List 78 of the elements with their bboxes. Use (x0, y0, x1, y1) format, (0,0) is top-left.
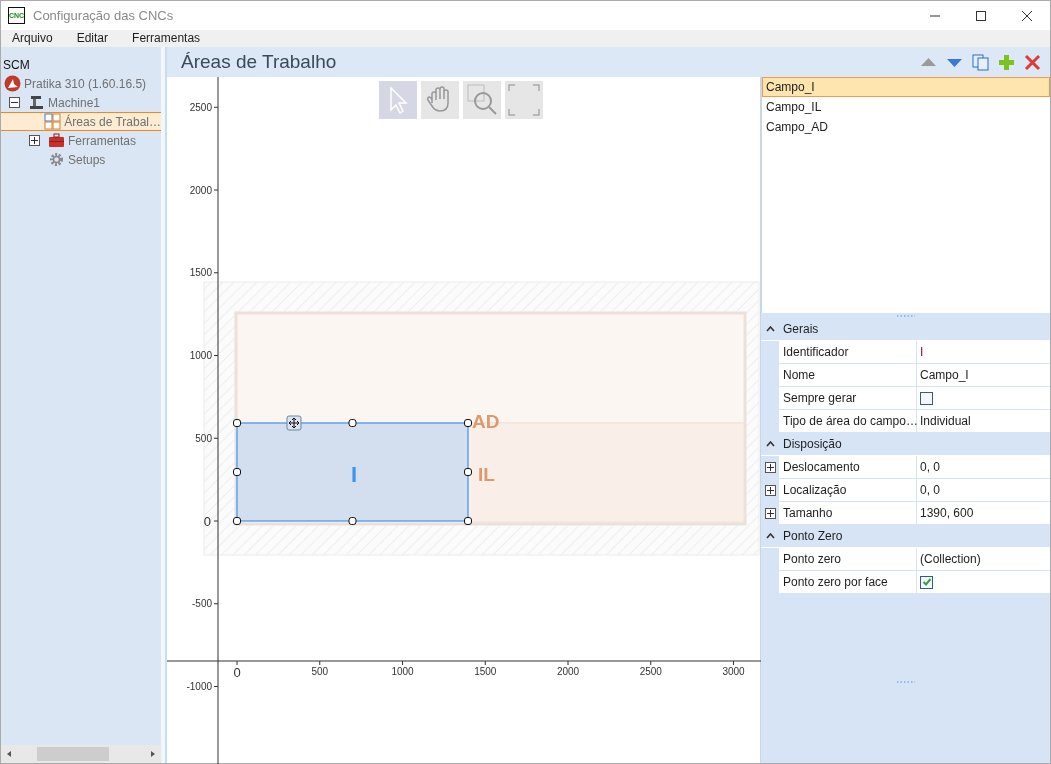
property-label: Tamanho (779, 502, 917, 525)
resize-handle[interactable] (348, 419, 357, 427)
property-value[interactable]: 0, 0 (920, 481, 940, 499)
grid-icon (44, 113, 62, 130)
tree-root[interactable]: SCM (1, 55, 161, 74)
axis-tick-label: 1000 (189, 350, 212, 361)
axis-tick-label: 500 (195, 432, 212, 444)
property-value[interactable]: I (920, 343, 924, 361)
area-label: AD (472, 411, 500, 432)
axis-tick-label: 0 (233, 665, 241, 680)
move-icon[interactable] (286, 415, 302, 431)
axis-tick-label: -1000 (186, 681, 212, 692)
window-title: Configuração das CNCs (33, 6, 175, 25)
category-label: Ponto Zero (782, 528, 843, 545)
menu-item[interactable]: Editar (69, 30, 116, 47)
resize-handle[interactable] (464, 419, 472, 427)
property-value[interactable]: 0, 0 (920, 458, 940, 476)
tree-label: Machine1 (48, 94, 101, 112)
resize-handle[interactable] (233, 517, 241, 525)
machine-icon (28, 94, 45, 111)
property-label: Tipo de área do campo… (779, 410, 917, 433)
axis-tick-label: 2500 (189, 101, 212, 113)
panel-title: Áreas de Trabalho (180, 49, 338, 74)
axis-tick-label: 1000 (391, 666, 414, 677)
logo-icon (4, 75, 21, 92)
splitter-grip-icon[interactable] (895, 680, 916, 683)
tree-label: Áreas de Trabal… (64, 113, 161, 131)
menu-item[interactable]: Arquivo (5, 30, 60, 47)
axis-tick-label: 1500 (189, 267, 212, 279)
splitter-grip-icon[interactable] (895, 314, 916, 317)
delete-icon[interactable] (1023, 52, 1042, 72)
tree-label: Ferramentas (68, 132, 137, 150)
list-item[interactable]: Campo_I (762, 77, 1050, 97)
checkbox[interactable] (920, 391, 933, 405)
list-item[interactable]: Campo_IL (762, 97, 1050, 117)
expand-icon[interactable] (29, 135, 40, 146)
category-label: Gerais (782, 321, 819, 338)
category-label: Disposição (782, 436, 842, 453)
tree-row[interactable]: Machine1 (1, 93, 161, 112)
copy-icon[interactable] (971, 52, 990, 72)
property-label: Deslocamento (779, 456, 917, 479)
area-label: I (351, 462, 358, 487)
axis-tick-label: 1500 (474, 666, 497, 677)
collapse-icon[interactable] (9, 97, 20, 108)
area-label: IL (478, 464, 495, 485)
resize-handle[interactable] (348, 517, 357, 525)
resize-handle[interactable] (464, 468, 472, 476)
tree-label: Pratika 310 (1.60.16.5) (24, 75, 147, 93)
resize-handle[interactable] (233, 419, 241, 427)
axis-tick-label: 500 (311, 666, 329, 677)
checkbox[interactable] (920, 575, 933, 589)
tree-label: Setups (68, 151, 106, 169)
axis-tick-label: 2000 (556, 666, 580, 677)
expand-icon[interactable] (764, 462, 776, 473)
expand-icon[interactable] (764, 485, 776, 496)
axis-tick-label: 2000 (189, 184, 212, 196)
property-label: Sempre gerar (779, 387, 917, 410)
axis-tick-label: 3000 (722, 666, 745, 677)
expand-icon[interactable] (764, 508, 776, 519)
axis-tick-label: 0 (203, 513, 211, 529)
property-label: Nome (779, 364, 917, 387)
toolbox-icon (48, 132, 65, 149)
property-label: Ponto zero (779, 548, 917, 571)
tree-row[interactable]: Setups (1, 150, 161, 169)
scrollbar-thumb[interactable] (37, 747, 109, 761)
menu-item[interactable]: Ferramentas (125, 30, 208, 47)
tree-row[interactable]: Ferramentas (1, 131, 161, 150)
axis-tick-label: 2500 (639, 666, 662, 677)
tree-row[interactable]: Pratika 310 (1.60.16.5) (1, 74, 161, 93)
gear-icon (48, 151, 65, 168)
property-label: Localização (779, 479, 917, 502)
list-item[interactable]: Campo_AD (762, 117, 1050, 137)
axis-tick-label: -500 (192, 598, 212, 610)
property-label: Identificador (779, 341, 917, 364)
resize-handle[interactable] (464, 517, 472, 525)
tree-row[interactable]: Áreas de Trabal… (1, 112, 161, 131)
resize-handle[interactable] (233, 468, 241, 476)
property-label: Ponto zero por face (779, 571, 917, 594)
